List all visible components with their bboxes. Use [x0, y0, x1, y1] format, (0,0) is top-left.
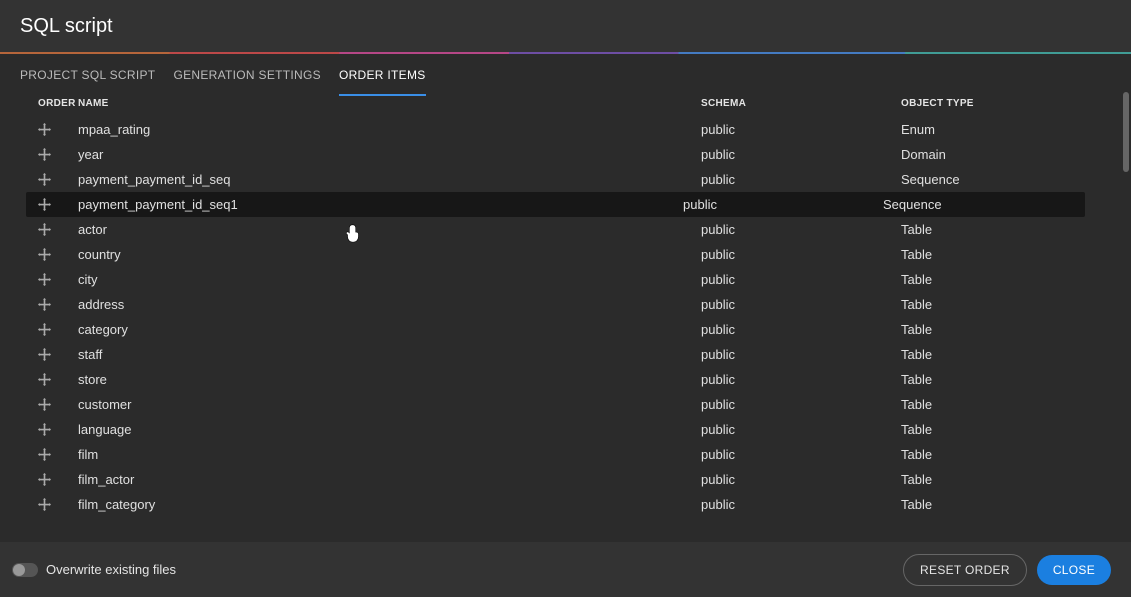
table-row[interactable]: film_categorypublicTable — [0, 492, 1131, 517]
row-schema: public — [683, 197, 883, 212]
row-object-type: Table — [901, 397, 1111, 412]
row-name: film_actor — [78, 472, 701, 487]
row-object-type: Sequence — [883, 197, 1065, 212]
row-name: mpaa_rating — [78, 122, 701, 137]
drag-handle-icon[interactable] — [38, 373, 78, 386]
drag-handle-icon[interactable] — [38, 398, 78, 411]
row-name: category — [78, 322, 701, 337]
drag-handle-icon[interactable] — [38, 148, 78, 161]
drag-handle-icon[interactable] — [38, 173, 78, 186]
table-row[interactable]: customerpublicTable — [0, 392, 1131, 417]
table-row[interactable]: storepublicTable — [0, 367, 1131, 392]
toggle-switch-icon — [12, 563, 38, 577]
col-header-type: OBJECT TYPE — [901, 98, 1111, 109]
drag-handle-icon[interactable] — [38, 223, 78, 236]
row-object-type: Table — [901, 497, 1111, 512]
row-schema: public — [701, 447, 901, 462]
row-object-type: Table — [901, 422, 1111, 437]
row-object-type: Enum — [901, 122, 1111, 137]
col-header-schema: SCHEMA — [701, 98, 901, 109]
row-object-type: Table — [901, 322, 1111, 337]
row-schema: public — [701, 347, 901, 362]
row-schema: public — [701, 397, 901, 412]
table-row[interactable]: yearpublicDomain — [0, 142, 1131, 167]
row-name: country — [78, 247, 701, 262]
table-row[interactable]: categorypublicTable — [0, 317, 1131, 342]
drag-handle-icon[interactable] — [38, 348, 78, 361]
overwrite-toggle[interactable]: Overwrite existing files — [12, 562, 176, 577]
overwrite-label: Overwrite existing files — [46, 562, 176, 577]
row-name: address — [78, 297, 701, 312]
dialog-footer: Overwrite existing files RESET ORDER CLO… — [0, 542, 1131, 597]
row-schema: public — [701, 147, 901, 162]
table-row[interactable]: film_actorpublicTable — [0, 467, 1131, 492]
row-schema: public — [701, 247, 901, 262]
row-object-type: Table — [901, 272, 1111, 287]
row-schema: public — [701, 122, 901, 137]
table-row[interactable]: mpaa_ratingpublicEnum — [0, 117, 1131, 142]
row-schema: public — [701, 472, 901, 487]
close-button[interactable]: CLOSE — [1037, 555, 1111, 585]
row-name: year — [78, 147, 701, 162]
row-schema: public — [701, 222, 901, 237]
row-object-type: Table — [901, 297, 1111, 312]
col-header-name: NAME — [78, 98, 701, 109]
drag-handle-icon[interactable] — [38, 248, 78, 261]
table-row[interactable]: languagepublicTable — [0, 417, 1131, 442]
table-row[interactable]: addresspublicTable — [0, 292, 1131, 317]
row-name: payment_payment_id_seq1 — [78, 197, 683, 212]
row-object-type: Table — [901, 222, 1111, 237]
drag-handle-icon[interactable] — [38, 473, 78, 486]
table-row[interactable]: payment_payment_id_seqpublicSequence — [0, 167, 1131, 192]
row-schema: public — [701, 322, 901, 337]
row-name: city — [78, 272, 701, 287]
table-header: ORDER NAME SCHEMA OBJECT TYPE — [0, 90, 1131, 117]
dialog-title: SQL script — [20, 15, 1111, 38]
drag-handle-icon[interactable] — [38, 298, 78, 311]
row-schema: public — [701, 297, 901, 312]
row-object-type: Table — [901, 347, 1111, 362]
drag-handle-icon[interactable] — [38, 123, 78, 136]
row-name: film_category — [78, 497, 701, 512]
row-name: payment_payment_id_seq — [78, 172, 701, 187]
order-items-table: ORDER NAME SCHEMA OBJECT TYPE mpaa_ratin… — [0, 90, 1131, 542]
table-row[interactable]: filmpublicTable — [0, 442, 1131, 467]
row-object-type: Table — [901, 447, 1111, 462]
table-row[interactable]: payment_payment_id_seq1publicSequence — [26, 192, 1085, 217]
row-name: store — [78, 372, 701, 387]
drag-handle-icon[interactable] — [38, 273, 78, 286]
row-name: customer — [78, 397, 701, 412]
row-schema: public — [701, 172, 901, 187]
row-object-type: Table — [901, 247, 1111, 262]
drag-handle-icon[interactable] — [38, 198, 78, 211]
drag-handle-icon[interactable] — [38, 498, 78, 511]
table-row[interactable]: actorpublicTable — [0, 217, 1131, 242]
row-object-type: Table — [901, 372, 1111, 387]
row-name: language — [78, 422, 701, 437]
drag-handle-icon[interactable] — [38, 423, 78, 436]
dialog-header: SQL script — [0, 0, 1131, 52]
row-object-type: Sequence — [901, 172, 1111, 187]
drag-handle-icon[interactable] — [38, 323, 78, 336]
rainbow-divider — [0, 52, 1131, 54]
row-object-type: Domain — [901, 147, 1111, 162]
table-row[interactable]: countrypublicTable — [0, 242, 1131, 267]
scrollbar-thumb[interactable] — [1123, 92, 1129, 172]
table-row[interactable]: staffpublicTable — [0, 342, 1131, 367]
row-schema: public — [701, 272, 901, 287]
row-name: film — [78, 447, 701, 462]
col-header-order: ORDER — [38, 98, 78, 109]
row-schema: public — [701, 497, 901, 512]
row-name: staff — [78, 347, 701, 362]
row-object-type: Table — [901, 472, 1111, 487]
drag-handle-icon[interactable] — [38, 448, 78, 461]
row-schema: public — [701, 372, 901, 387]
row-schema: public — [701, 422, 901, 437]
table-row[interactable]: citypublicTable — [0, 267, 1131, 292]
row-name: actor — [78, 222, 701, 237]
reset-order-button[interactable]: RESET ORDER — [903, 554, 1027, 586]
